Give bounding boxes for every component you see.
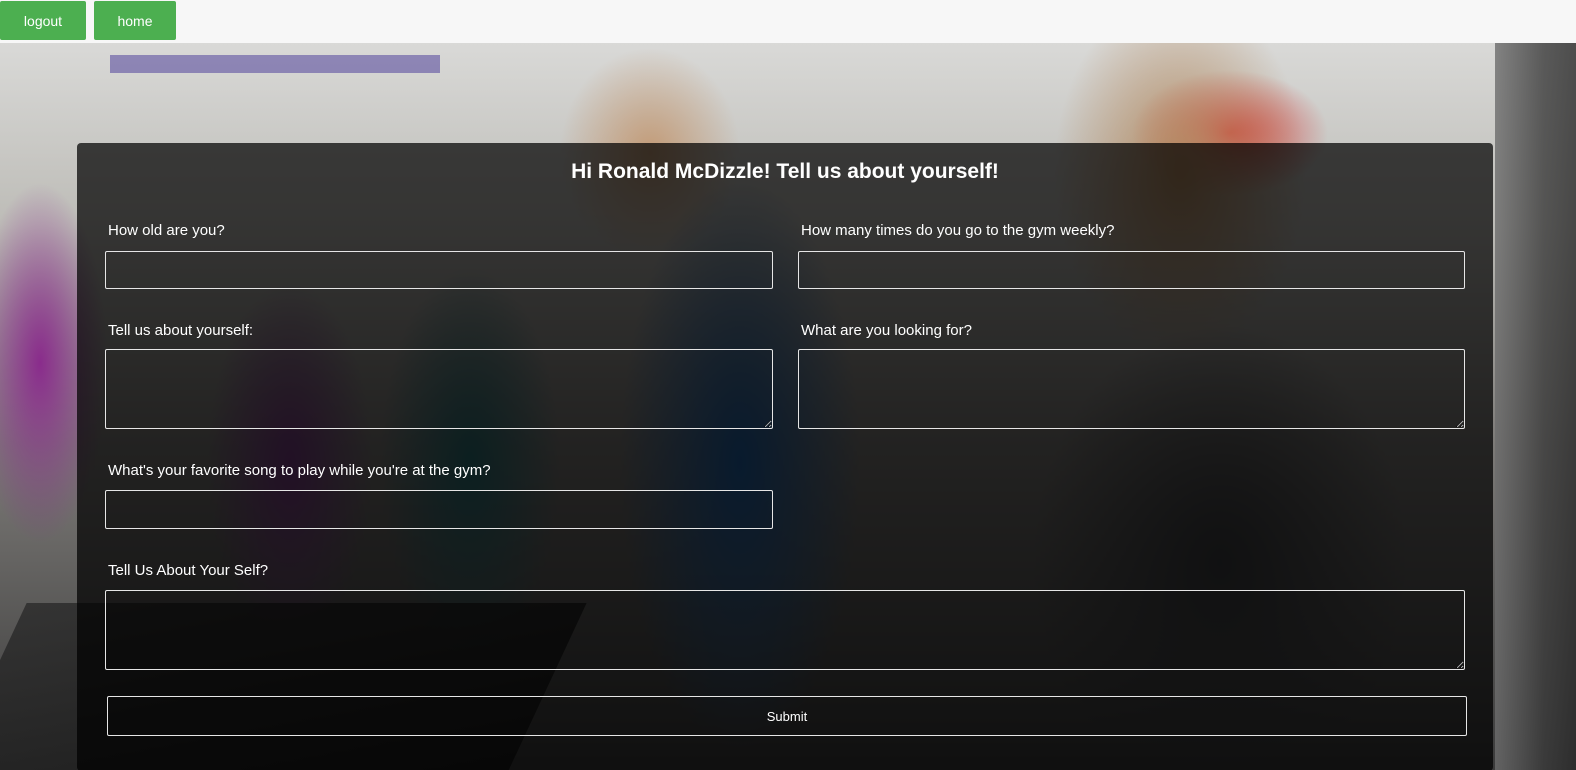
favorite-song-label: What's your favorite song to play while …: [108, 462, 491, 479]
submit-button[interactable]: Submit: [107, 696, 1467, 736]
looking-for-label: What are you looking for?: [801, 322, 972, 339]
about-textarea[interactable]: [105, 349, 773, 429]
profile-form-panel: Hi Ronald McDizzle! Tell us about yourse…: [77, 143, 1493, 770]
background-wall-stripe: [110, 55, 440, 73]
top-nav-bar: logout home: [0, 0, 1576, 43]
form-title: Hi Ronald McDizzle! Tell us about yourse…: [571, 160, 999, 183]
about-label: Tell us about yourself:: [108, 322, 254, 339]
age-input[interactable]: [105, 251, 773, 289]
gym-frequency-input[interactable]: [798, 251, 1465, 289]
gym-background-image: Hi Ronald McDizzle! Tell us about yourse…: [0, 43, 1576, 770]
self-description-textarea[interactable]: [105, 590, 1465, 670]
home-button[interactable]: home: [94, 1, 176, 40]
gym-frequency-label: How many times do you go to the gym week…: [801, 222, 1115, 239]
logout-button[interactable]: logout: [0, 1, 86, 40]
favorite-song-input[interactable]: [105, 490, 773, 529]
age-label: How old are you?: [108, 222, 225, 239]
background-pillar: [1495, 43, 1576, 770]
self-description-label: Tell Us About Your Self?: [108, 562, 269, 579]
looking-for-textarea[interactable]: [798, 349, 1465, 429]
